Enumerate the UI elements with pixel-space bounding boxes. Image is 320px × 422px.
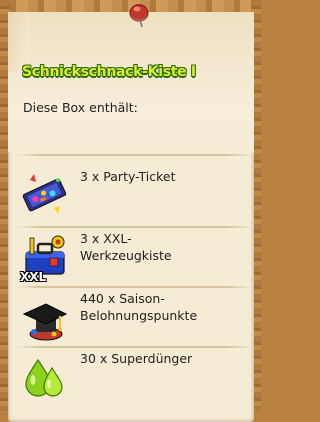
list-item: 30 x Superdünger [12,348,250,411]
paper-curl [8,12,30,72]
xxl-badge: XXL [20,270,47,284]
item-text: 30 x Superdünger [80,351,193,366]
box-contents-label: Diese Box enthält: [23,100,138,115]
list-item: 3 x Party-Ticket [12,160,250,224]
list-item: 3 x XXL- Werkzeugkiste [12,228,250,286]
party-ticket-icon [22,174,67,214]
fertilizer-drops-icon [25,358,63,397]
item-text: 440 x Saison- Belohnungspunkte [80,291,198,323]
list-item: 440 x Saison- Belohnungspunkte [12,288,250,346]
graduation-cap-icon [22,303,68,341]
divider [16,154,252,156]
item-text: 3 x Party-Ticket [80,169,176,184]
item-text: 3 x XXL- Werkzeugkiste [80,231,172,263]
pushpin-icon [129,4,149,28]
page-title: Schnickschnack-Kiste I [22,64,196,80]
